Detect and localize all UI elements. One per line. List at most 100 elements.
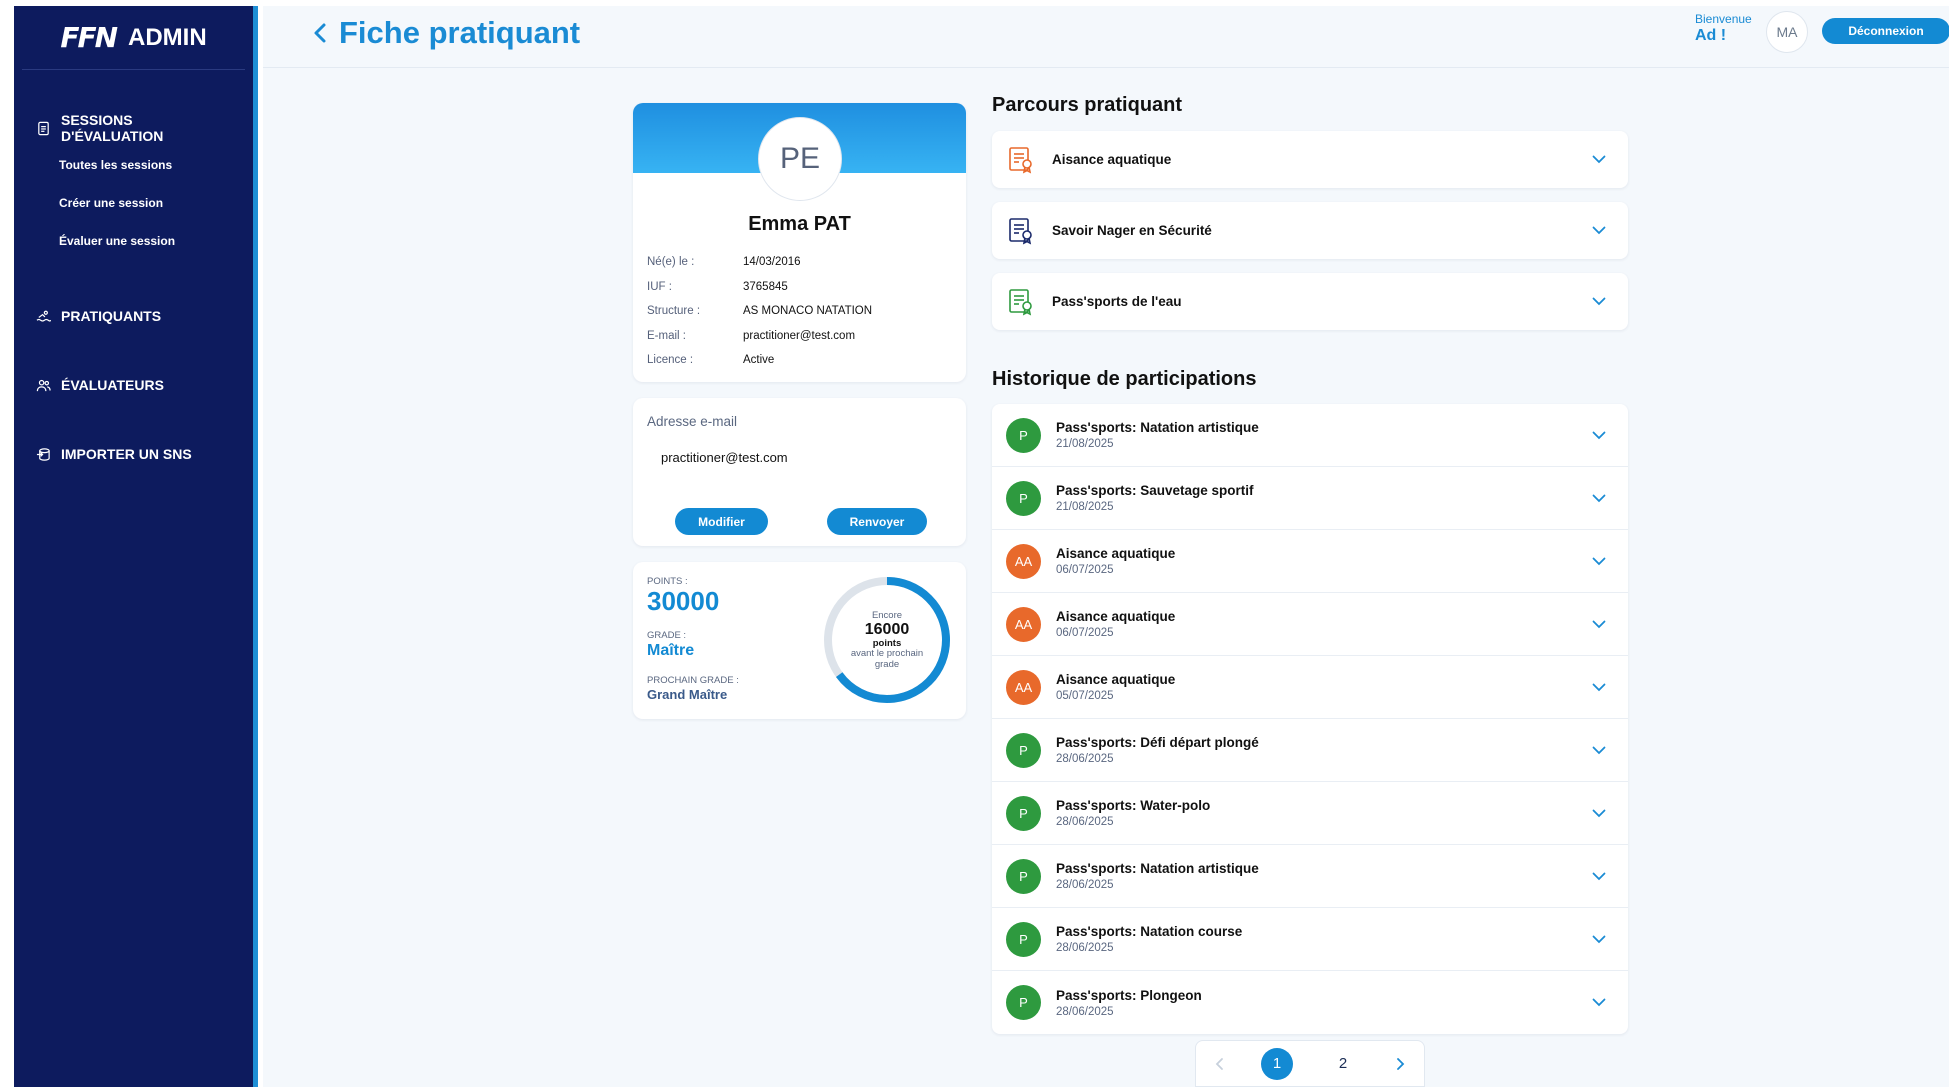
- chevron-down-icon[interactable]: [1592, 872, 1606, 881]
- history-badge: AA: [1006, 669, 1041, 705]
- info-row-licence: Licence : Active: [647, 348, 966, 373]
- history-row[interactable]: AA Aisance aquatique 05/07/2025: [992, 656, 1628, 719]
- history-badge: AA: [1006, 606, 1041, 642]
- next-grade-label: PROCHAIN GRADE :: [647, 675, 739, 686]
- parcours-label: Savoir Nager en Sécurité: [1052, 223, 1212, 238]
- info-row-iuf: IUF : 3765845: [647, 275, 966, 300]
- sidebar-item-sessions[interactable]: SESSIONS D'ÉVALUATION: [14, 110, 253, 146]
- history-row[interactable]: P Pass'sports: Water-polo 28/06/2025: [992, 782, 1628, 845]
- logout-button[interactable]: Déconnexion: [1822, 18, 1949, 44]
- chevron-down-icon[interactable]: [1592, 620, 1606, 629]
- admin-logo-text: ADMIN: [128, 23, 207, 51]
- ring-top-text: Encore: [871, 609, 903, 621]
- chevron-down-icon[interactable]: [1592, 494, 1606, 503]
- parcours-title: Parcours pratiquant: [992, 94, 1183, 116]
- chevron-down-icon[interactable]: [1592, 431, 1606, 440]
- profile-avatar: PE: [758, 117, 842, 201]
- sidebar-subitem-evaluate-session[interactable]: Évaluer une session: [14, 222, 253, 260]
- info-label: E-mail :: [647, 329, 686, 342]
- page-2-button[interactable]: 2: [1327, 1048, 1359, 1080]
- history-row[interactable]: P Pass'sports: Défi départ plongé 28/06/20…: [992, 719, 1628, 782]
- chevron-down-icon[interactable]: [1592, 809, 1606, 818]
- email-card: Adresse e-mail practitioner@test.com Mod…: [633, 398, 966, 546]
- info-value: practitioner@test.com: [743, 329, 856, 342]
- pagination: 1 2: [1195, 1040, 1425, 1087]
- next-page-icon[interactable]: [1393, 1057, 1407, 1071]
- history-date: 06/07/2025: [1056, 564, 1114, 576]
- chevron-down-icon[interactable]: [1592, 155, 1606, 164]
- sidebar-item-evaluateurs[interactable]: ÉVALUATEURS: [14, 367, 253, 403]
- history-title: Pass'sports: Natation course: [1056, 924, 1243, 939]
- history-badge: P: [1006, 795, 1041, 831]
- welcome-user: Ad !: [1695, 27, 1727, 44]
- info-label: Licence :: [647, 354, 694, 367]
- chevron-down-icon[interactable]: [1592, 557, 1606, 566]
- points-value: 30000: [647, 586, 720, 616]
- info-row-structure: Structure : AS MONACO NATATION: [647, 299, 966, 324]
- chevron-down-icon[interactable]: [1592, 998, 1606, 1007]
- profile-info: Né(e) le : 14/03/2016 IUF : 3765845 Stru…: [647, 250, 966, 373]
- email-card-title: Adresse e-mail: [647, 414, 738, 429]
- history-texts: Aisance aquatique 05/07/2025: [1056, 672, 1592, 702]
- history-title: Pass'sports: Plongeon: [1056, 987, 1202, 1003]
- grade-label: GRADE :: [647, 630, 687, 641]
- welcome-block: Bienvenue Ad !: [1695, 12, 1752, 45]
- logo[interactable]: FFN ADMIN: [22, 6, 245, 70]
- history-date: 06/07/2025: [1056, 627, 1114, 639]
- history-date: 28/06/2025: [1056, 879, 1114, 891]
- history-row[interactable]: AA Aisance aquatique 06/07/2025: [992, 530, 1628, 593]
- profile-card: PE Emma PAT Né(e) le : 14/03/2016 IUF : …: [633, 103, 966, 382]
- history-texts: Aisance aquatique 06/07/2025: [1056, 609, 1592, 639]
- history-title: Pass'sports: Défi départ plongé: [1056, 735, 1259, 750]
- sidebar-item-importer[interactable]: IMPORTER UN SNS: [14, 436, 253, 472]
- sidebar-item-pratiquants[interactable]: PRATIQUANTS: [14, 298, 253, 334]
- sidebar-subitem-all-sessions[interactable]: Toutes les sessions: [14, 146, 253, 184]
- certificate-icon: [1009, 288, 1032, 315]
- chevron-down-icon[interactable]: [1592, 683, 1606, 692]
- certificate-icon: [1009, 146, 1032, 173]
- history-texts: Pass'sports: Water-polo 28/06/2025: [1056, 798, 1592, 828]
- history-title: Pass'sports: Natation artistique: [1056, 861, 1259, 876]
- history-row[interactable]: AA Aisance aquatique 06/07/2025: [992, 593, 1628, 656]
- history-row[interactable]: P Pass'sports: Plongeon 28/06/2025: [992, 971, 1628, 1034]
- profile-name: Emma PAT: [748, 213, 851, 235]
- ffn-logo-mark: FFN: [60, 21, 118, 54]
- page-title-text: Fiche pratiquant: [339, 15, 581, 50]
- parcours-item-savoir-nager[interactable]: Savoir Nager en Sécurité: [992, 202, 1628, 259]
- history-date: 28/06/2025: [1056, 753, 1114, 765]
- history-badge: P: [1006, 985, 1041, 1020]
- info-row-birthdate: Né(e) le : 14/03/2016: [647, 250, 966, 275]
- modify-button[interactable]: Modifier: [675, 508, 768, 535]
- chevron-down-icon[interactable]: [1592, 935, 1606, 944]
- history-badge: P: [1006, 480, 1041, 516]
- sidebar-subitem-create-session[interactable]: Créer une session: [14, 184, 253, 222]
- chevron-down-icon[interactable]: [1592, 226, 1606, 235]
- resend-button[interactable]: Renvoyer: [827, 508, 927, 535]
- info-label: Né(e) le :: [647, 256, 695, 269]
- chevron-down-icon[interactable]: [1592, 297, 1606, 306]
- parcours-item-aisance[interactable]: Aisance aquatique: [992, 131, 1628, 188]
- swimmer-icon: [36, 310, 51, 322]
- sidebar-item-label: ÉVALUATEURS: [61, 377, 164, 393]
- parcours-item-passsports[interactable]: Pass'sports de l'eau: [992, 273, 1628, 330]
- page-1-button[interactable]: 1: [1261, 1047, 1293, 1080]
- history-row[interactable]: P Pass'sports: Natation artistique 21/08/2…: [992, 404, 1628, 467]
- history-row[interactable]: P Pass'sports: Sauvetage sportif 21/08/202…: [992, 467, 1628, 530]
- history-title: Pass'sports: Natation artistique: [1056, 420, 1259, 435]
- chevron-down-icon[interactable]: [1592, 746, 1606, 755]
- document-icon: [38, 121, 49, 135]
- sidebar-item-label: SESSIONS D'ÉVALUATION: [61, 112, 164, 144]
- prev-page-icon[interactable]: [1213, 1057, 1227, 1071]
- back-chevron-icon[interactable]: [311, 21, 329, 45]
- history-row[interactable]: P Pass'sports: Natation artistique 28/06/2…: [992, 845, 1628, 908]
- historique-title: Historique de participations: [992, 368, 1257, 390]
- history-badge: P: [1006, 921, 1041, 957]
- avatar[interactable]: MA: [1766, 11, 1808, 53]
- history-badge: P: [1006, 732, 1041, 768]
- history-title: Pass'sports: Water-polo: [1056, 798, 1211, 813]
- sidebar: FFN ADMIN SESSIONS D'ÉVALUATION Toutes l…: [14, 6, 258, 1087]
- history-row[interactable]: P Pass'sports: Natation course 28/06/2025: [992, 908, 1628, 971]
- main-content: PE Emma PAT Né(e) le : 14/03/2016 IUF : …: [263, 68, 1949, 1087]
- welcome-label: Bienvenue: [1695, 12, 1752, 26]
